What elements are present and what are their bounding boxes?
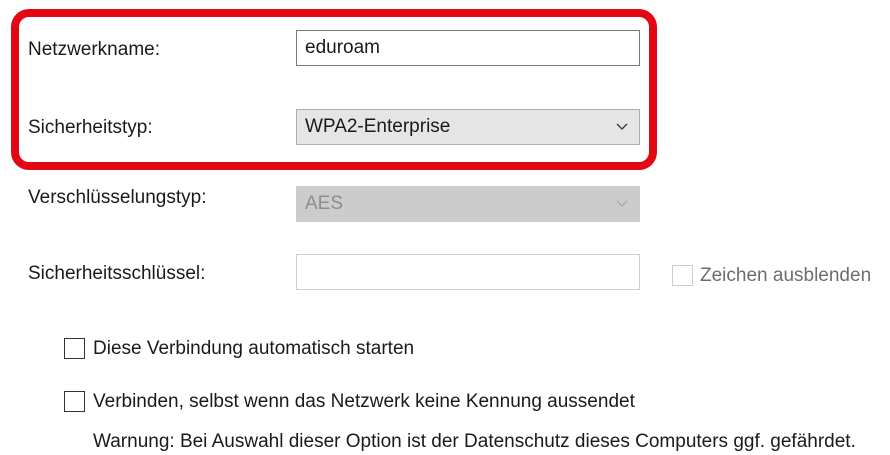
security-key-input[interactable] [296,254,640,290]
encryption-type-selected-value: AES [305,193,344,214]
wlan-settings-form: Netzwerkname: eduroam Sicherheitstyp: WP… [0,0,890,455]
auto-connect-label: Diese Verbindung automatisch starten [93,338,415,359]
highlight-frame [11,9,657,170]
connect-hidden-network-label: Verbinden, selbst wenn das Netzwerk kein… [93,391,635,412]
privacy-warning-text: Warnung: Bei Auswahl dieser Option ist d… [93,431,856,452]
connect-hidden-network-checkbox[interactable] [64,391,85,412]
auto-connect-checkbox[interactable] [64,338,85,359]
chevron-down-icon [616,200,628,207]
hide-characters-checkbox[interactable] [672,265,693,286]
hide-characters-label: Zeichen ausblenden [700,265,872,286]
encryption-type-label: Verschlüsselungstyp: [28,187,207,208]
encryption-type-dropdown: AES [296,186,640,222]
security-key-label: Sicherheitsschlüssel: [28,263,206,284]
